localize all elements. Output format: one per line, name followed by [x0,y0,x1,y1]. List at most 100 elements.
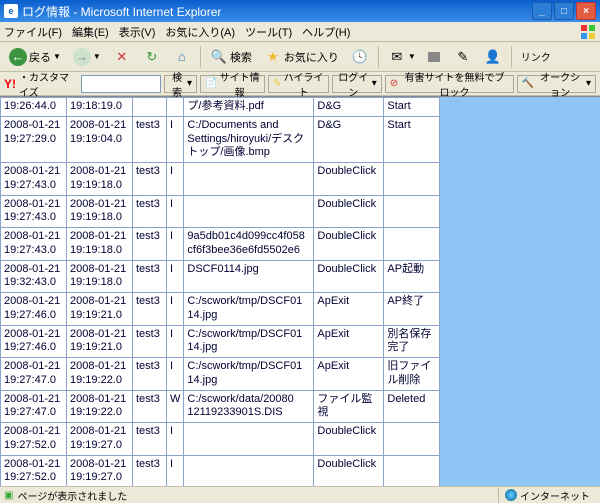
table-cell: AP終了 [384,293,440,326]
table-cell: 2008-01-21 19:27:43.0 [1,195,67,228]
customize-link[interactable]: ・カスタマイズ [19,69,78,99]
table-cell: DoubleClick [314,423,384,456]
status-zone: インターネット [498,488,596,503]
table-row: 2008-01-21 19:27:47.02008-01-21 19:19:22… [1,390,440,423]
table-cell: DoubleClick [314,228,384,261]
table-cell: 2008-01-21 19:19:18.0 [67,195,133,228]
table-cell: 2008-01-21 19:27:29.0 [1,116,67,162]
table-cell: I [167,163,184,196]
table-cell [184,163,314,196]
table-cell: 2008-01-21 19:19:22.0 [67,390,133,423]
table-cell: I [167,260,184,293]
table-cell: I [167,358,184,391]
highlight-button[interactable]: ✎ハイライト [268,75,329,93]
yahoo-search-input[interactable] [81,75,161,93]
table-cell: D&G [314,116,384,162]
table-cell: test3 [133,423,167,456]
yahoo-search-button[interactable]: 検索 ▾ [164,75,197,93]
printer-icon [428,52,440,62]
table-row: 2008-01-21 19:27:29.02008-01-21 19:19:04… [1,116,440,162]
table-cell: 2008-01-21 19:19:21.0 [67,293,133,326]
messenger-button[interactable]: 👤 [479,45,507,69]
table-cell: I [167,423,184,456]
history-button[interactable]: 🕓 [346,45,374,69]
table-cell: test3 [133,228,167,261]
table-cell: C:/scwork/data/20080 12119233901S.DIS [184,390,314,423]
table-cell: test3 [133,390,167,423]
block-button[interactable]: ⊘有害サイトを無料でブロック [385,75,514,93]
favorites-button[interactable]: ★お気に入り [259,45,344,69]
table-cell: I [167,325,184,358]
table-cell: DoubleClick [314,195,384,228]
auction-button[interactable]: 🔨オークション ▾ [517,75,596,93]
edit-button[interactable]: ✎ [449,45,477,69]
table-cell: DoubleClick [314,455,384,486]
table-cell [184,455,314,486]
table-cell: 2008-01-21 19:19:27.0 [67,455,133,486]
table-row: 2008-01-21 19:27:43.02008-01-21 19:19:18… [1,228,440,261]
stop-button[interactable]: ✕ [108,45,136,69]
table-cell: I [167,116,184,162]
table-row: 2008-01-21 19:27:52.02008-01-21 19:19:27… [1,455,440,486]
maximize-button[interactable]: □ [554,2,574,20]
mail-button[interactable]: ✉▼ [383,45,421,69]
log-table: 19:26:44.019:18:19.0プ/参考資料.pdfD&GStart20… [0,97,440,486]
table-cell: 2008-01-21 19:19:22.0 [67,358,133,391]
table-cell: Start [384,98,440,117]
forward-button[interactable]: →▼ [68,45,106,69]
table-row: 2008-01-21 19:27:47.02008-01-21 19:19:22… [1,358,440,391]
refresh-button[interactable]: ↻ [138,45,166,69]
table-cell: 2008-01-21 19:27:52.0 [1,423,67,456]
table-cell: test3 [133,358,167,391]
table-cell: I [167,455,184,486]
table-cell: C:/scwork/tmp/DSCF01 14.jpg [184,293,314,326]
table-cell [133,98,167,117]
table-cell: 19:26:44.0 [1,98,67,117]
table-cell: 2008-01-21 19:27:43.0 [1,228,67,261]
table-cell: test3 [133,325,167,358]
table-cell: W [167,390,184,423]
table-row: 2008-01-21 19:27:43.02008-01-21 19:19:18… [1,163,440,196]
back-button[interactable]: ←戻る▼ [4,45,66,69]
table-cell: C:/scwork/tmp/DSCF01 14.jpg [184,358,314,391]
table-cell: 19:18:19.0 [67,98,133,117]
table-cell: 2008-01-21 19:27:47.0 [1,358,67,391]
table-cell: 2008-01-21 19:27:46.0 [1,293,67,326]
menu-edit[interactable]: 編集(E) [72,24,109,40]
table-cell: C:/Documents and Settings/hiroyuki/デスクトッ… [184,116,314,162]
login-button[interactable]: ログイン ▾ [332,75,382,93]
menu-favorites[interactable]: お気に入り(A) [165,24,235,40]
table-cell: 9a5db01c4d099cc4f058 cf6f3bee36e6fd5502e… [184,228,314,261]
table-cell: test3 [133,163,167,196]
minimize-button[interactable]: _ [532,2,552,20]
table-cell: DoubleClick [314,260,384,293]
table-cell: test3 [133,260,167,293]
home-button[interactable]: ⌂ [168,45,196,69]
table-cell [384,228,440,261]
table-cell: I [167,228,184,261]
menu-file[interactable]: ファイル(F) [4,24,62,40]
table-cell: 別名保存完了 [384,325,440,358]
table-cell: 旧ファイル削除 [384,358,440,391]
links-button[interactable]: リンク [516,45,556,69]
table-cell: 2008-01-21 19:19:18.0 [67,260,133,293]
table-cell: 2008-01-21 19:19:18.0 [67,228,133,261]
table-cell: 2008-01-21 19:27:52.0 [1,455,67,486]
table-cell: ファイル監視 [314,390,384,423]
table-cell: I [167,293,184,326]
table-row: 2008-01-21 19:27:46.02008-01-21 19:19:21… [1,293,440,326]
search-button[interactable]: 🔍検索 [205,45,257,69]
siteinfo-button[interactable]: 📄サイト情報 [200,75,265,93]
content-blue-background [440,97,600,486]
print-button[interactable] [423,45,447,69]
status-text: ページが表示されました [17,488,127,503]
windows-flag-icon [580,24,596,40]
log-table-wrapper[interactable]: 19:26:44.019:18:19.0プ/参考資料.pdfD&GStart20… [0,97,440,486]
table-cell: DoubleClick [314,163,384,196]
table-cell: Start [384,116,440,162]
menu-view[interactable]: 表示(V) [119,24,156,40]
menu-tools[interactable]: ツール(T) [245,24,292,40]
menu-help[interactable]: ヘルプ(H) [302,24,350,40]
close-button[interactable]: × [576,2,596,20]
table-cell [167,98,184,117]
